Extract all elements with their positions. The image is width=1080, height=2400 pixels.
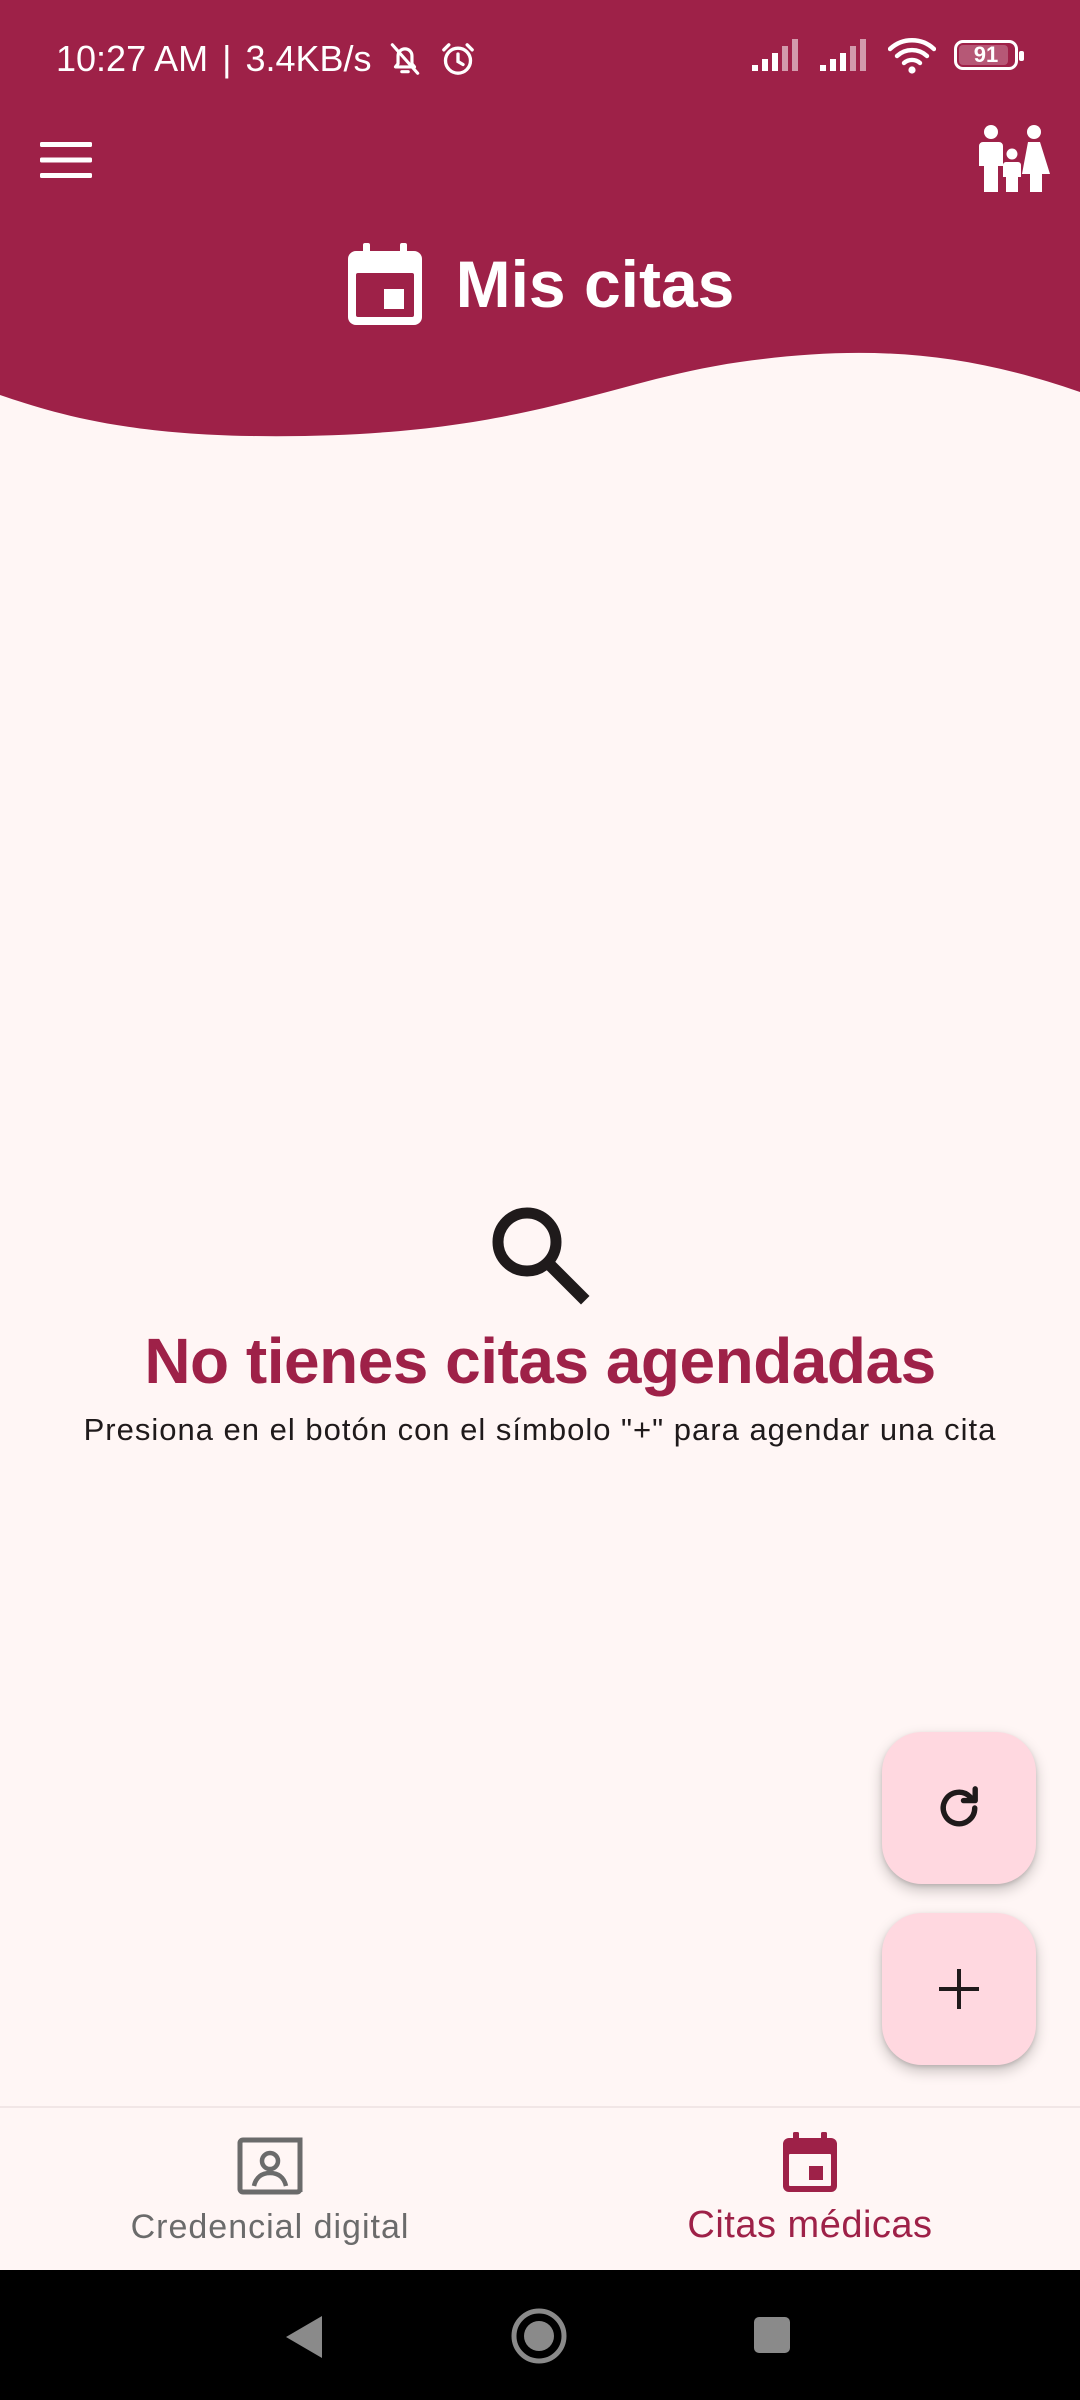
- family-icon: [979, 125, 1050, 192]
- battery-indicator: 91: [954, 40, 1024, 70]
- plus-icon: [939, 1969, 979, 2009]
- page-title: Mis citas: [455, 247, 735, 321]
- back-icon[interactable]: [282, 2313, 326, 2361]
- page-title-row: Mis citas: [0, 236, 1080, 332]
- nav-label-credencial-digital: Credencial digital: [130, 2208, 410, 2246]
- search-icon: [492, 1207, 590, 1305]
- menu-icon: [40, 142, 92, 178]
- family-button[interactable]: [972, 118, 1052, 198]
- nav-item-credencial-digital[interactable]: Credencial digital: [0, 2108, 540, 2272]
- status-separator: |: [222, 38, 232, 79]
- status-right: 91: [752, 36, 1024, 74]
- system-navigation-bar: [0, 2270, 1080, 2400]
- signal-icon: [820, 39, 866, 71]
- home-icon[interactable]: [510, 2307, 568, 2365]
- calendar-icon: [783, 2132, 837, 2192]
- nav-label-citas-medicas: Citas médicas: [687, 2204, 933, 2246]
- alarm-icon: [441, 43, 474, 75]
- empty-state-title: No tienes citas agendadas: [144, 1325, 936, 1397]
- id-card-icon: [237, 2136, 304, 2195]
- refresh-button[interactable]: [882, 1732, 1036, 1884]
- wifi-icon: [888, 38, 936, 74]
- calendar-icon: [347, 243, 422, 325]
- status-bar: 10:27 AM | 3.4KB/s 91: [0, 0, 1080, 120]
- status-time: 10:27 AM: [56, 38, 209, 79]
- signal-icon: [752, 39, 798, 71]
- refresh-icon: [940, 1786, 978, 1827]
- recent-apps-icon[interactable]: [752, 2315, 792, 2355]
- battery-fill: [959, 45, 1009, 65]
- empty-state: No tienes citas agendadas Presiona en el…: [0, 1200, 1080, 1448]
- app-header: 10:27 AM | 3.4KB/s 91 Mis citas: [0, 0, 1080, 450]
- status-left: 10:27 AM | 3.4KB/s: [56, 38, 478, 80]
- bell-off-icon: [390, 43, 419, 75]
- bottom-navigation: Credencial digital Citas médicas: [0, 2106, 1080, 2272]
- status-network-speed: 3.4KB/s: [245, 38, 372, 79]
- empty-state-subtitle: Presiona en el botón con el símbolo "+" …: [83, 1412, 997, 1447]
- add-appointment-button[interactable]: [882, 1913, 1036, 2065]
- menu-button[interactable]: [34, 128, 98, 192]
- nav-item-citas-medicas[interactable]: Citas médicas: [540, 2108, 1080, 2272]
